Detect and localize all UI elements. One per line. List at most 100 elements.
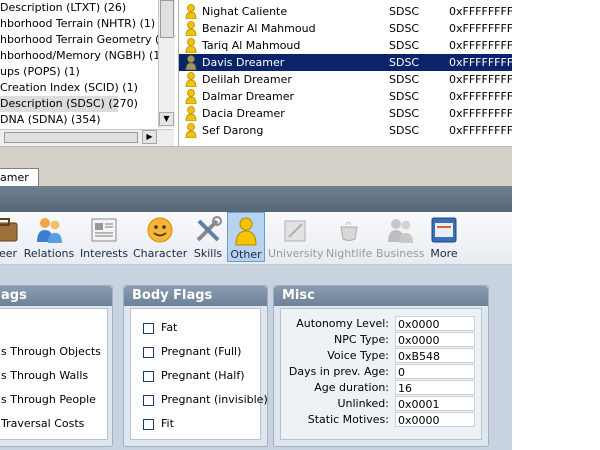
list-item-type: SDSC xyxy=(389,22,420,35)
toolbar-nightlife-button[interactable]: Nightlife xyxy=(326,212,372,262)
toolbar-label: Business xyxy=(376,247,425,260)
flag-label: s Through Walls xyxy=(1,369,89,382)
toolbar-skills-button[interactable]: Skills xyxy=(191,212,225,262)
static-motives-field[interactable]: 0x0000 xyxy=(395,412,475,427)
scroll-down-arrow-icon[interactable]: ▼ xyxy=(159,112,174,126)
pregnant-full-checkbox[interactable] xyxy=(143,347,154,358)
fat-checkbox[interactable] xyxy=(143,323,154,334)
list-item-type: SDSC xyxy=(389,107,420,120)
misc-group: Misc Autonomy Level: NPC Type: Voice Typ… xyxy=(273,285,489,447)
age-duration-field[interactable]: 16 xyxy=(395,380,475,395)
sim-icon xyxy=(185,72,197,87)
flags-group: ags s Through Objects s Through Walls s … xyxy=(0,285,113,447)
character-icon xyxy=(147,217,173,243)
list-item-type: SDSC xyxy=(389,5,420,18)
sim-icon xyxy=(185,21,197,36)
toolbar-relations-button[interactable]: Relations xyxy=(22,212,76,262)
nightlife-icon xyxy=(340,221,358,241)
tree-item[interactable]: hborhood/Memory (NGBH) (1) xyxy=(0,48,165,64)
list-item[interactable]: Dalmar Dreamer SDSC 0xFFFFFFFF xyxy=(179,88,513,105)
scroll-thumb[interactable] xyxy=(160,0,174,38)
toolbar-other-button[interactable]: Other xyxy=(227,212,265,262)
list-item-value: 0xFFFFFFFF xyxy=(449,22,513,35)
list-item-name: Dalmar Dreamer xyxy=(202,90,295,103)
voice-type-label: Voice Type: xyxy=(327,349,389,362)
group-body: Autonomy Level: NPC Type: Voice Type: Da… xyxy=(280,308,482,440)
pregnant-half-checkbox[interactable] xyxy=(143,371,154,382)
list-item-name: Sef Darong xyxy=(202,124,264,137)
list-item[interactable]: Nighat Caliente SDSC 0xFFFFFFFF xyxy=(179,3,513,20)
list-item[interactable]: Delilah Dreamer SDSC 0xFFFFFFFF xyxy=(179,71,513,88)
relations-icon xyxy=(37,218,62,243)
group-body: s Through Objects s Through Walls s Thro… xyxy=(0,308,108,440)
sim-icon xyxy=(185,106,197,121)
toolbar-career-button[interactable]: eer xyxy=(0,212,18,262)
toolbar-label: More xyxy=(430,247,458,260)
sim-icon xyxy=(185,55,197,70)
toolbar-more-button[interactable]: More xyxy=(426,212,462,262)
tree-item[interactable]: ups (POPS) (1) xyxy=(0,64,80,80)
list-item-type: SDSC xyxy=(389,56,420,69)
scroll-right-arrow-icon[interactable]: ▶ xyxy=(142,130,157,144)
unlinked-field[interactable]: 0x0001 xyxy=(395,396,475,411)
toolbar-label: Interests xyxy=(79,247,129,260)
toolbar-label: University xyxy=(268,247,324,260)
list-item-type: SDSC xyxy=(389,73,420,86)
scroll-thumb[interactable] xyxy=(4,132,138,143)
skills-icon xyxy=(196,216,222,242)
category-toolbar: eer Relations Interests Character Skills… xyxy=(0,212,512,265)
university-icon xyxy=(284,220,306,242)
list-item-type: SDSC xyxy=(389,90,420,103)
checkbox-label: Pregnant (Half) xyxy=(161,369,245,382)
sim-icon xyxy=(185,123,197,138)
list-item[interactable]: Sef Darong SDSC 0xFFFFFFFF xyxy=(179,122,513,139)
tree-item[interactable]: Description (LTXT) (26) xyxy=(0,0,126,16)
days-prev-age-label: Days in prev. Age: xyxy=(288,365,389,378)
tree-item[interactable]: Creation Index (SCID) (1) xyxy=(0,80,138,96)
list-item-value: 0xFFFFFFFF xyxy=(449,124,513,137)
checkbox-label: Fat xyxy=(161,321,178,334)
npc-type-label: NPC Type: xyxy=(333,333,389,346)
blank-area xyxy=(512,0,600,450)
tab-plugin-view[interactable]: amer xyxy=(0,168,39,186)
npc-type-field[interactable]: 0x0000 xyxy=(395,332,475,347)
tree-item-selected[interactable]: Description (SDSC) (270) xyxy=(0,96,138,112)
days-prev-age-field[interactable]: 0 xyxy=(395,364,475,379)
toolbar-label: Skills xyxy=(193,247,223,260)
toolbar-interests-button[interactable]: Interests xyxy=(79,212,129,262)
autonomy-level-field[interactable]: 0x0000 xyxy=(395,316,475,331)
list-item[interactable]: Dacia Dreamer SDSC 0xFFFFFFFF xyxy=(179,105,513,122)
list-item-value: 0xFFFFFFFF xyxy=(449,90,513,103)
tree-item[interactable]: DNA (SDNA) (354) xyxy=(0,112,101,128)
tree-vertical-scrollbar[interactable]: ▼ xyxy=(158,0,175,128)
autonomy-level-label: Autonomy Level: xyxy=(296,317,389,330)
list-item-name: Dacia Dreamer xyxy=(202,107,285,120)
list-item[interactable]: Tariq Al Mahmoud SDSC 0xFFFFFFFF xyxy=(179,37,513,54)
toolbar-business-button[interactable]: Business xyxy=(376,212,425,262)
list-item-type: SDSC xyxy=(389,124,420,137)
list-item-value: 0xFFFFFFFF xyxy=(449,56,513,69)
other-icon xyxy=(235,217,257,246)
resource-tree[interactable]: Description (LTXT) (26) hborhood Terrain… xyxy=(0,0,176,146)
flag-label: Traversal Costs xyxy=(1,417,85,430)
list-item-name: Delilah Dreamer xyxy=(202,73,292,86)
tree-item[interactable]: hborhood Terrain (NHTR) (1) xyxy=(0,16,155,32)
checkbox-label: Fit xyxy=(161,417,174,430)
pregnant-invisible-checkbox[interactable] xyxy=(143,395,154,406)
flag-label: s Through People xyxy=(1,393,96,406)
business-icon xyxy=(388,219,413,243)
toolbar-character-button[interactable]: Character xyxy=(133,212,187,262)
list-item-value: 0xFFFFFFFF xyxy=(449,73,513,86)
tree-horizontal-scrollbar[interactable]: ▶ xyxy=(0,129,174,146)
fit-checkbox[interactable] xyxy=(143,419,154,430)
sim-icon xyxy=(185,4,197,19)
toolbar-label: Other xyxy=(230,248,262,261)
list-item-value: 0xFFFFFFFF xyxy=(449,39,513,52)
list-item-type: SDSC xyxy=(389,39,420,52)
resource-list[interactable]: Nighat Caliente SDSC 0xFFFFFFFF Benazir … xyxy=(178,0,513,146)
voice-type-field[interactable]: 0xB548 xyxy=(395,348,475,363)
list-item-selected[interactable]: Davis Dreamer SDSC 0xFFFFFFFF xyxy=(179,54,513,71)
tree-item[interactable]: hborhood Terrain Geometry (NHT xyxy=(0,32,176,48)
toolbar-university-button[interactable]: University xyxy=(268,212,324,262)
list-item[interactable]: Benazir Al Mahmoud SDSC 0xFFFFFFFF xyxy=(179,20,513,37)
